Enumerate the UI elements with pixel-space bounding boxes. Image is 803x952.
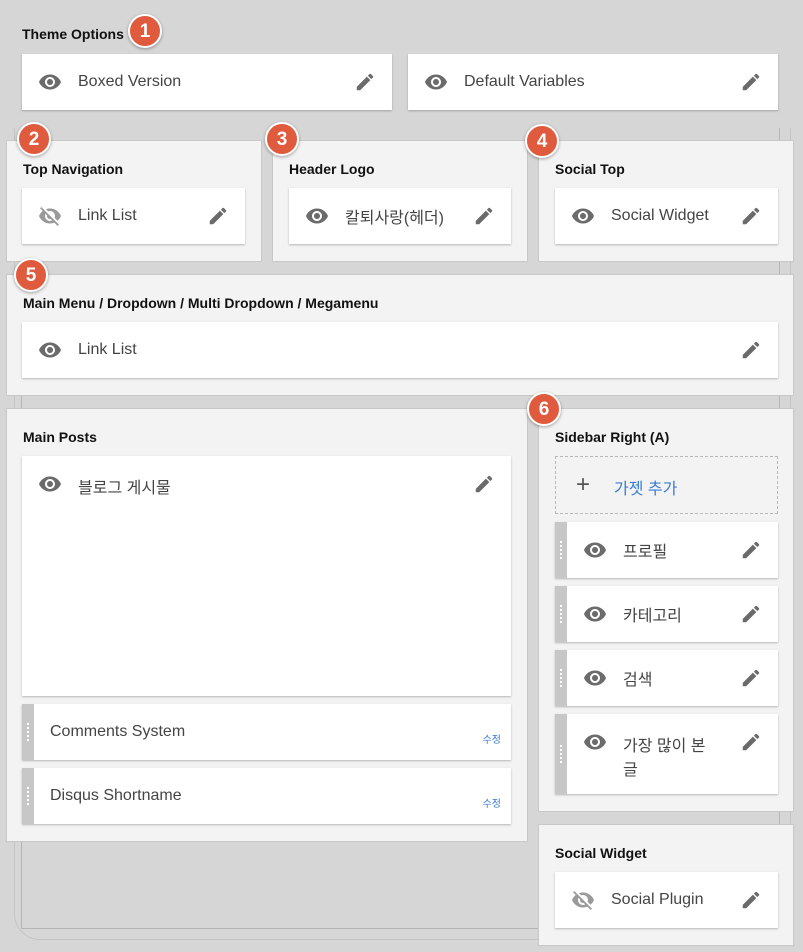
widget-label-line2: 글: [623, 762, 638, 779]
add-gadget-label: 가젯 추가: [614, 481, 678, 498]
top-nav-link-list-widget[interactable]: Link List: [22, 188, 245, 244]
social-plugin-widget[interactable]: Social Plugin: [555, 872, 778, 928]
comments-system-widget[interactable]: Comments System 수정: [22, 704, 511, 760]
section-title: Social Widget: [555, 845, 647, 861]
widget-label: Link List: [78, 341, 137, 358]
widget-label: 가장 많이 본: [623, 738, 706, 755]
step-badge-6: 6: [527, 392, 561, 426]
section-title: Social Top: [555, 161, 625, 177]
eye-off-icon[interactable]: [38, 204, 62, 228]
widget-label: 카테고리: [623, 608, 682, 625]
widget-label: Boxed Version: [78, 73, 182, 90]
edit-pencil-icon[interactable]: [473, 205, 495, 227]
edit-pencil-icon[interactable]: [473, 473, 495, 495]
edit-pencil-icon[interactable]: [740, 667, 762, 689]
eye-icon[interactable]: [424, 70, 448, 94]
widget-label: 칼퇴사랑(헤더): [345, 210, 444, 227]
edit-link[interactable]: 수정: [483, 731, 501, 746]
drag-handle[interactable]: [22, 768, 34, 824]
edit-pencil-icon[interactable]: [740, 539, 762, 561]
edit-pencil-icon[interactable]: [740, 603, 762, 625]
edit-pencil-icon[interactable]: [354, 71, 376, 93]
eye-icon[interactable]: [305, 204, 329, 228]
sidebar-widget-category[interactable]: 카테고리: [555, 586, 778, 642]
plus-icon: +: [576, 471, 591, 498]
edit-pencil-icon[interactable]: [740, 339, 762, 361]
edit-pencil-icon[interactable]: [740, 731, 762, 753]
sidebar-widget-search[interactable]: 검색: [555, 650, 778, 706]
drag-handle[interactable]: [22, 704, 34, 760]
drag-handle[interactable]: [555, 650, 567, 706]
eye-icon[interactable]: [583, 666, 607, 690]
edit-pencil-icon[interactable]: [740, 71, 762, 93]
add-gadget-button[interactable]: + 가젯 추가: [555, 456, 778, 514]
step-badge-4: 4: [525, 124, 559, 158]
eye-icon[interactable]: [583, 730, 607, 754]
section-title: Top Navigation: [23, 161, 124, 177]
section-title: Theme Options: [22, 26, 124, 42]
drag-handle[interactable]: [555, 586, 567, 642]
disqus-shortname-widget[interactable]: Disqus Shortname 수정: [22, 768, 511, 824]
step-badge-5: 5: [14, 258, 48, 292]
eye-off-icon[interactable]: [571, 888, 595, 912]
section-title: Main Posts: [23, 429, 97, 445]
widget-label: Social Plugin: [611, 891, 704, 908]
sidebar-widget-profile[interactable]: 프로필: [555, 522, 778, 578]
social-widget-widget[interactable]: Social Widget: [555, 188, 778, 244]
eye-icon[interactable]: [583, 602, 607, 626]
blog-posts-widget[interactable]: 블로그 게시물: [22, 456, 511, 696]
widget-label: 검색: [623, 672, 653, 689]
edit-pencil-icon[interactable]: [207, 205, 229, 227]
eye-icon[interactable]: [38, 70, 62, 94]
widget-label: 프로필: [623, 544, 668, 561]
main-menu-link-list-widget[interactable]: Link List: [22, 322, 778, 378]
widget-label: Comments System: [50, 723, 186, 740]
widget-label: Link List: [78, 207, 137, 224]
eye-icon[interactable]: [571, 204, 595, 228]
widget-label: Social Widget: [611, 207, 709, 224]
step-badge-2: 2: [17, 122, 51, 156]
step-badge-3: 3: [265, 122, 299, 156]
sidebar-widget-popular-posts[interactable]: 가장 많이 본 글: [555, 714, 778, 794]
eye-icon[interactable]: [38, 338, 62, 362]
eye-icon[interactable]: [583, 538, 607, 562]
widget-label: Default Variables: [464, 73, 585, 90]
section-title: Header Logo: [289, 161, 375, 177]
step-badge-1: 1: [128, 14, 162, 48]
boxed-version-widget[interactable]: Boxed Version: [22, 54, 392, 110]
eye-icon[interactable]: [38, 472, 62, 496]
section-title: Sidebar Right (A): [555, 429, 670, 445]
drag-handle[interactable]: [555, 714, 567, 794]
default-variables-widget[interactable]: Default Variables: [408, 54, 778, 110]
widget-label: Disqus Shortname: [50, 787, 182, 804]
edit-pencil-icon[interactable]: [740, 889, 762, 911]
header-logo-widget[interactable]: 칼퇴사랑(헤더): [289, 188, 511, 244]
drag-handle[interactable]: [555, 522, 567, 578]
edit-link[interactable]: 수정: [483, 795, 501, 810]
widget-label: 블로그 게시물: [78, 480, 171, 497]
section-title: Main Menu / Dropdown / Multi Dropdown / …: [23, 295, 379, 311]
edit-pencil-icon[interactable]: [740, 205, 762, 227]
